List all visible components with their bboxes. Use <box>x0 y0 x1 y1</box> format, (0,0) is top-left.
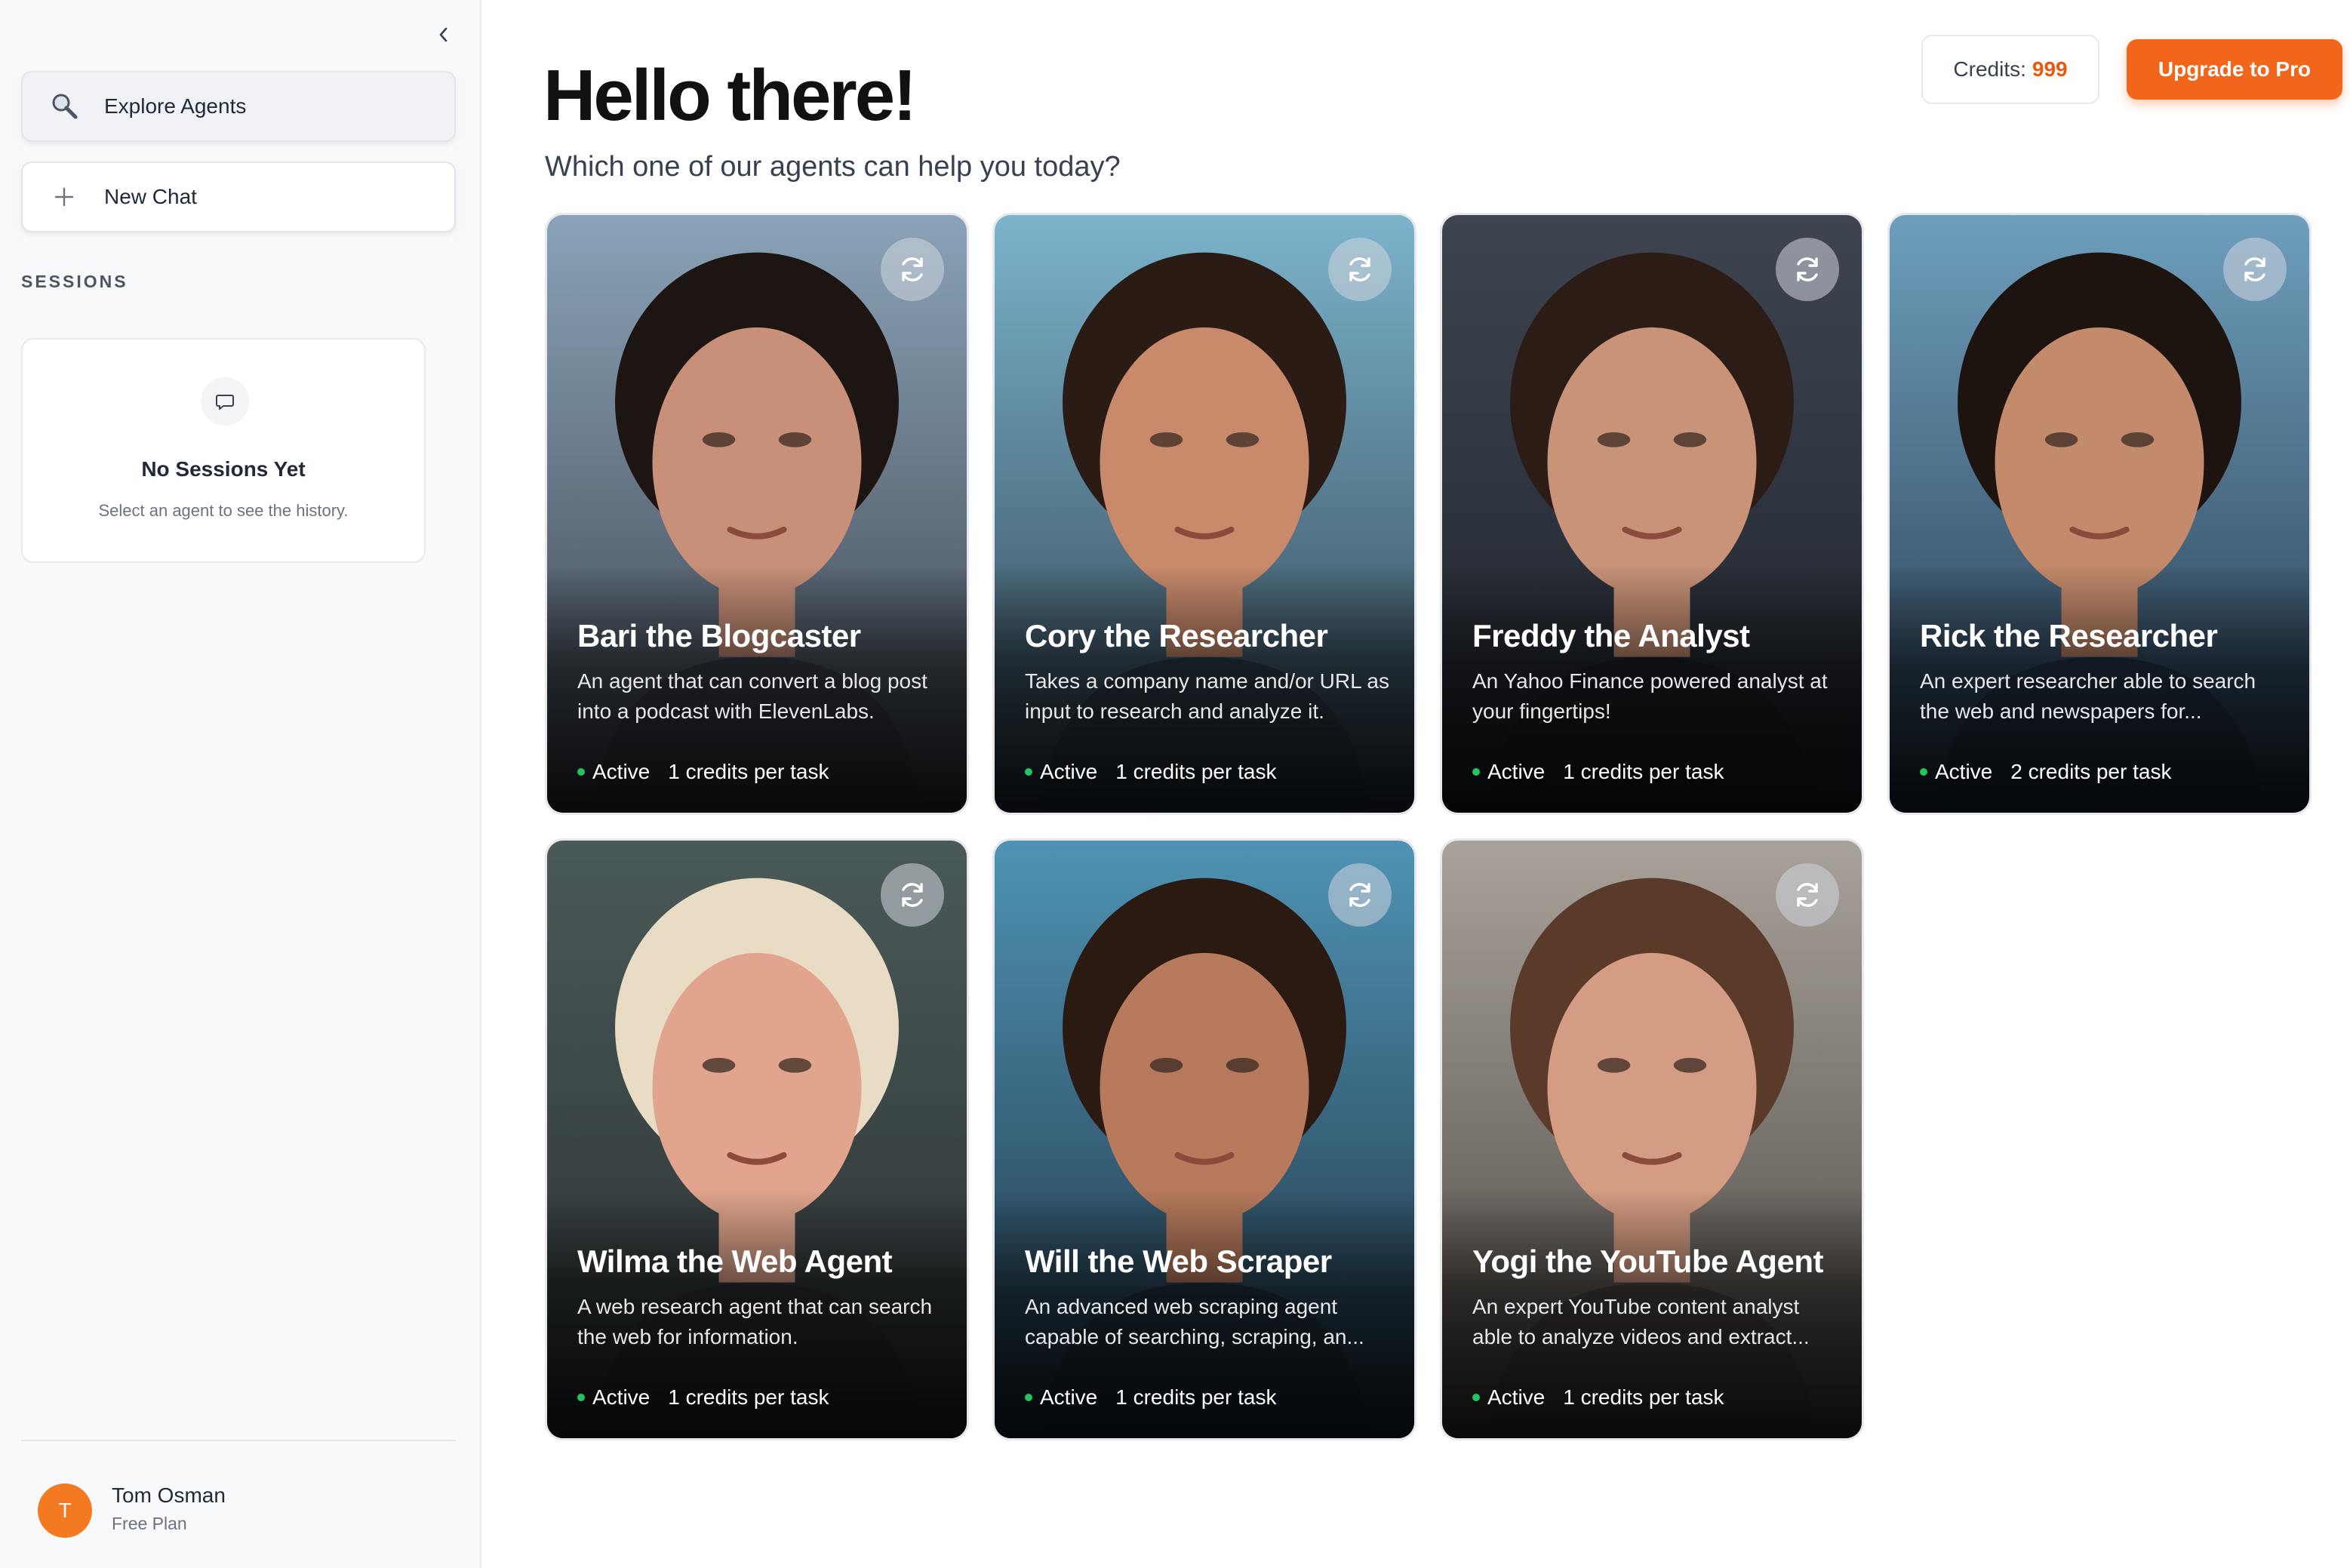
search-icon <box>45 88 83 125</box>
chevron-left-icon <box>439 27 448 42</box>
agent-credits: 1 credits per task <box>1563 1385 1724 1409</box>
agent-status-row: Active 1 credits per task <box>577 1385 829 1410</box>
plus-icon <box>45 178 83 216</box>
agent-description: An expert YouTube content analyst able t… <box>1472 1295 1810 1348</box>
explore-agents-button[interactable]: Explore Agents <box>21 71 456 142</box>
new-chat-label: New Chat <box>104 185 197 208</box>
agent-credits: 1 credits per task <box>668 760 829 783</box>
explore-agents-label: Explore Agents <box>104 94 247 118</box>
active-status-dot <box>577 768 585 776</box>
sidebar: Explore Agents New Chat SESSIONS No Sess… <box>0 0 481 1568</box>
agent-description: An advanced web scraping agent capable o… <box>1025 1295 1364 1348</box>
agent-credits: 1 credits per task <box>1563 760 1724 783</box>
agent-credits: 2 credits per task <box>2010 760 2172 783</box>
agent-name: Bari the Blogcaster <box>577 618 861 653</box>
agent-name: Freddy the Analyst <box>1472 618 1750 653</box>
agent-status: Active <box>1487 760 1546 783</box>
agent-status: Active <box>1487 1385 1546 1409</box>
refresh-icon[interactable] <box>2223 238 2287 301</box>
agent-credits: 1 credits per task <box>1115 760 1277 783</box>
collapse-sidebar-button[interactable] <box>430 21 457 48</box>
agent-card[interactable]: Freddy the Analyst An Yahoo Finance power… <box>1440 213 1864 815</box>
agent-status: Active <box>1040 1385 1098 1409</box>
refresh-icon[interactable] <box>881 863 944 927</box>
user-plan: Free Plan <box>112 1514 187 1533</box>
agent-status-row: Active 1 credits per task <box>1025 760 1276 784</box>
agent-name: Rick the Researcher <box>1920 618 2218 653</box>
agent-name: Cory the Researcher <box>1025 618 1328 653</box>
active-status-dot <box>1472 1394 1480 1401</box>
sidebar-divider <box>21 1440 456 1441</box>
agent-card[interactable]: Bari the Blogcaster An agent that can con… <box>545 213 969 815</box>
page-subtitle: Which one of our agents can help you tod… <box>545 151 1121 183</box>
no-sessions-subtitle: Select an agent to see the history. <box>98 501 349 520</box>
upgrade-to-pro-button[interactable]: Upgrade to Pro <box>2127 39 2342 100</box>
agent-card[interactable]: Will the Web Scraper An advanced web scra… <box>992 838 1416 1440</box>
page-title: Hello there! <box>543 55 917 136</box>
agent-description: A web research agent that can search the… <box>577 1295 933 1348</box>
agent-card[interactable]: Rick the Researcher An expert researcher … <box>1887 213 2312 815</box>
agent-description: Takes a company name and/or URL as input… <box>1025 669 1389 723</box>
new-chat-button[interactable]: New Chat <box>21 161 456 232</box>
refresh-icon[interactable] <box>1776 238 1839 301</box>
agent-status: Active <box>592 1385 651 1409</box>
user-name[interactable]: Tom Osman <box>112 1483 226 1508</box>
active-status-dot <box>1472 768 1480 776</box>
no-sessions-card: No Sessions Yet Select an agent to see t… <box>21 338 426 563</box>
agent-card[interactable]: Wilma the Web Agent A web research agent … <box>545 838 969 1440</box>
refresh-icon[interactable] <box>1328 863 1392 927</box>
refresh-icon[interactable] <box>1776 863 1839 927</box>
agent-status-row: Active 1 credits per task <box>577 760 829 784</box>
agent-description: An expert researcher able to search the … <box>1920 669 2256 723</box>
agent-name: Yogi the YouTube Agent <box>1472 1244 1823 1279</box>
active-status-dot <box>1025 768 1032 776</box>
agent-status-row: Active 1 credits per task <box>1472 1385 1724 1410</box>
agent-description: An agent that can convert a blog post in… <box>577 669 927 723</box>
agent-status-row: Active 1 credits per task <box>1472 760 1724 784</box>
agent-status-row: Active 1 credits per task <box>1025 1385 1276 1410</box>
agent-name: Wilma the Web Agent <box>577 1244 893 1279</box>
agent-credits: 1 credits per task <box>1115 1385 1277 1409</box>
chat-bubble-icon <box>201 377 249 426</box>
refresh-icon[interactable] <box>881 238 944 301</box>
agent-status: Active <box>1040 760 1098 783</box>
no-sessions-title: No Sessions Yet <box>141 457 306 481</box>
credits-badge: Credits: 999 <box>1921 35 2099 104</box>
agent-credits: 1 credits per task <box>668 1385 829 1409</box>
agent-status-row: Active 2 credits per task <box>1920 760 2171 784</box>
user-avatar[interactable]: T <box>38 1483 92 1538</box>
active-status-dot <box>1920 768 1927 776</box>
refresh-icon[interactable] <box>1328 238 1392 301</box>
active-status-dot <box>577 1394 585 1401</box>
credits-value: 999 <box>2032 57 2068 81</box>
agent-card[interactable]: Cory the Researcher Takes a company name … <box>992 213 1416 815</box>
agent-status: Active <box>592 760 651 783</box>
agent-name: Will the Web Scraper <box>1025 1244 1332 1279</box>
credits-label: Credits: <box>1953 57 2026 81</box>
agent-status: Active <box>1935 760 1993 783</box>
agent-card[interactable]: Yogi the YouTube Agent An expert YouTube … <box>1440 838 1864 1440</box>
sessions-heading: SESSIONS <box>21 272 128 291</box>
active-status-dot <box>1025 1394 1032 1401</box>
agent-description: An Yahoo Finance powered analyst at your… <box>1472 669 1828 723</box>
